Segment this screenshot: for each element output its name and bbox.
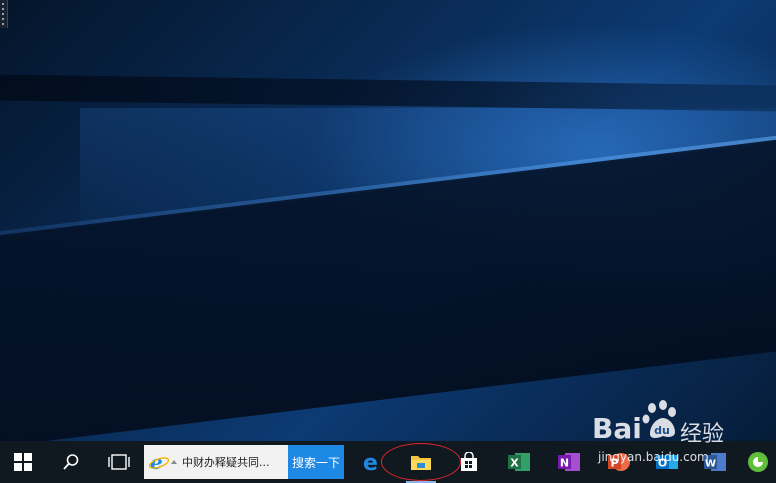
task-view-icon [108, 454, 130, 470]
word-icon: W [704, 453, 726, 471]
powerpoint-icon: P [608, 453, 630, 471]
onenote-icon: N [558, 453, 580, 471]
svg-text:P: P [610, 457, 618, 470]
svg-text:O: O [658, 457, 667, 470]
caret-up-icon [171, 460, 177, 464]
desktop-edge-widget [0, 0, 8, 28]
outlook-icon: O [656, 455, 678, 470]
taskbar-outlook[interactable]: O [644, 441, 690, 483]
taskbar-edge[interactable]: e [350, 441, 396, 483]
svg-text:N: N [560, 457, 569, 470]
search-button[interactable] [48, 441, 94, 483]
desktop-wallpaper [0, 0, 776, 441]
start-button[interactable] [0, 441, 46, 483]
browser-icon [748, 452, 768, 472]
search-box-text: 中财办释疑共同... [182, 456, 270, 469]
svg-text:X: X [510, 457, 519, 470]
windows-logo-icon [14, 453, 32, 471]
task-view-button[interactable] [96, 441, 142, 483]
excel-icon: X [508, 453, 530, 471]
taskbar-search-box[interactable]: e 中财办释疑共同... [144, 445, 288, 479]
taskbar-excel[interactable]: X [496, 441, 542, 483]
store-icon [461, 452, 477, 471]
taskbar-store[interactable] [446, 441, 492, 483]
search-icon [63, 454, 79, 470]
folder-icon [411, 456, 431, 470]
taskbar-browser[interactable] [740, 441, 776, 483]
ie-icon: e [148, 451, 170, 473]
taskbar-word[interactable]: W [692, 441, 738, 483]
search-submit-button[interactable]: 搜索一下 [288, 445, 344, 479]
taskbar-file-explorer[interactable] [398, 441, 444, 483]
svg-text:e: e [363, 451, 378, 473]
taskbar-onenote[interactable]: N [546, 441, 592, 483]
taskbar-powerpoint[interactable]: P [596, 441, 642, 483]
edge-icon: e [363, 451, 378, 473]
wallpaper-beam [0, 74, 776, 112]
svg-text:W: W [705, 459, 716, 470]
